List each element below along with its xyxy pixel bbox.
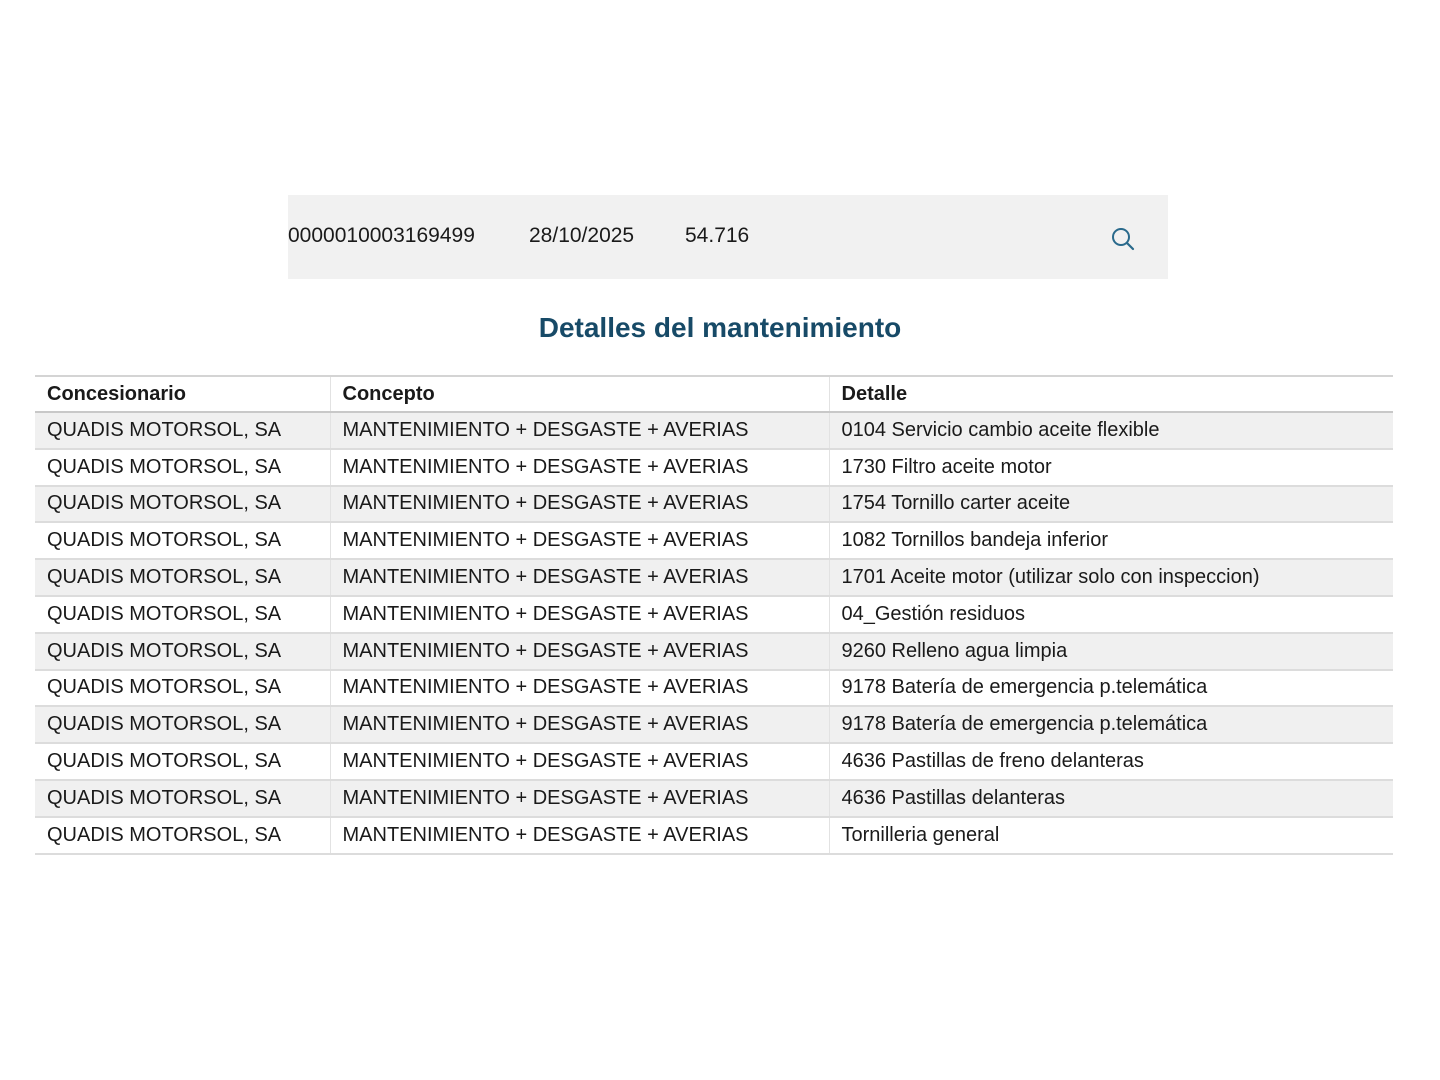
table-row[interactable]: QUADIS MOTORSOL, SA MANTENIMIENTO + DESGA… [35,485,1393,524]
cell-concepto: MANTENIMIENTO + DESGASTE + AVERIAS [329,559,829,597]
table-row[interactable]: QUADIS MOTORSOL, SA MANTENIMIENTO + DESGA… [35,522,1393,561]
table-row[interactable]: QUADIS MOTORSOL, SA MANTENIMIENTO + DESGA… [35,448,1393,487]
cell-detalle: 9260 Relleno agua limpia [828,632,1393,671]
page-title: Detalles del mantenimiento [538,312,902,343]
cell-concesionario: QUADIS MOTORSOL, SA [35,816,330,855]
maintenance-details-page: 0000010003169499 28/10/2025 54.716 Detal… [0,0,1440,1080]
table-row[interactable]: QUADIS MOTORSOL, SA MANTENIMIENTO + DESGA… [35,559,1393,597]
cell-concesionario: QUADIS MOTORSOL, SA [35,779,330,818]
cell-concesionario: QUADIS MOTORSOL, SA [35,559,330,597]
cell-concesionario: QUADIS MOTORSOL, SA [35,669,330,708]
column-header-concesionario[interactable]: Concesionario [35,375,330,413]
cell-detalle: Tornilleria general [828,816,1393,855]
cell-detalle: 1082 Tornillos bandeja inferior [828,522,1393,561]
cell-concepto: MANTENIMIENTO + DESGASTE + AVERIAS [329,485,829,524]
table-body: QUADIS MOTORSOL, SA MANTENIMIENTO + DESGA… [35,412,1393,855]
column-header-concepto[interactable]: Concepto [329,375,829,413]
cell-concesionario: QUADIS MOTORSOL, SA [35,632,330,671]
table-header: Concesionario Concepto Detalle [35,375,1393,413]
cell-detalle: 04_Gestión residuos [828,595,1393,634]
cell-concepto: MANTENIMIENTO + DESGASTE + AVERIAS [329,522,829,561]
cell-detalle: 9178 Batería de emergencia p.telemática [828,706,1393,745]
cell-concepto: MANTENIMIENTO + DESGASTE + AVERIAS [329,743,829,781]
cell-concesionario: QUADIS MOTORSOL, SA [35,485,330,524]
cell-concepto: MANTENIMIENTO + DESGASTE + AVERIAS [329,448,829,487]
table-row[interactable]: QUADIS MOTORSOL, SA MANTENIMIENTO + DESGA… [35,412,1393,450]
column-header-detalle[interactable]: Detalle [828,375,1393,413]
table-row[interactable]: QUADIS MOTORSOL, SA MANTENIMIENTO + DESGA… [35,743,1393,781]
cell-detalle: 4636 Pastillas delanteras [828,779,1393,818]
cell-detalle: 4636 Pastillas de freno delanteras [828,743,1393,781]
header-row: Concesionario Concepto Detalle [35,375,1393,413]
cell-concesionario: QUADIS MOTORSOL, SA [35,448,330,487]
table-row[interactable]: QUADIS MOTORSOL, SA MANTENIMIENTO + DESGA… [35,632,1393,671]
reference-number: 0000010003169499 [288,224,475,247]
cell-concepto: MANTENIMIENTO + DESGASTE + AVERIAS [329,669,829,708]
cell-detalle: 1730 Filtro aceite motor [828,448,1393,487]
table-row[interactable]: QUADIS MOTORSOL, SA MANTENIMIENTO + DESGA… [35,779,1393,818]
cell-concepto: MANTENIMIENTO + DESGASTE + AVERIAS [329,595,829,634]
table-row[interactable]: QUADIS MOTORSOL, SA MANTENIMIENTO + DESGA… [35,706,1393,745]
cell-concesionario: QUADIS MOTORSOL, SA [35,743,330,781]
mileage-value: 54.716 [685,224,750,247]
cell-concepto: MANTENIMIENTO + DESGASTE + AVERIAS [329,632,829,671]
cell-concesionario: QUADIS MOTORSOL, SA [35,595,330,634]
cell-detalle: 9178 Batería de emergencia p.telemática [828,669,1393,708]
table-row[interactable]: QUADIS MOTORSOL, SA MANTENIMIENTO + DESGA… [35,595,1393,634]
cell-detalle: 1701 Aceite motor (utilizar solo con ins… [828,559,1393,597]
cell-concepto: MANTENIMIENTO + DESGASTE + AVERIAS [329,816,829,855]
maintenance-table: Concesionario Concepto Detalle QUADIS MO… [35,375,1393,855]
maintenance-summary-bar: 0000010003169499 28/10/2025 54.716 [288,195,1168,279]
cell-concepto: MANTENIMIENTO + DESGASTE + AVERIAS [329,412,829,450]
cell-concepto: MANTENIMIENTO + DESGASTE + AVERIAS [329,706,829,745]
cell-detalle: 1754 Tornillo carter aceite [828,485,1393,524]
cell-detalle: 0104 Servicio cambio aceite flexible [828,412,1393,450]
service-date: 28/10/2025 [529,224,635,247]
table-row[interactable]: QUADIS MOTORSOL, SA MANTENIMIENTO + DESGA… [35,816,1393,855]
table-row[interactable]: QUADIS MOTORSOL, SA MANTENIMIENTO + DESGA… [35,669,1393,708]
search-icon[interactable] [1110,226,1136,252]
cell-concesionario: QUADIS MOTORSOL, SA [35,412,330,450]
search-icon-graphic [1112,228,1135,251]
cell-concesionario: QUADIS MOTORSOL, SA [35,522,330,561]
cell-concepto: MANTENIMIENTO + DESGASTE + AVERIAS [329,779,829,818]
cell-concesionario: QUADIS MOTORSOL, SA [35,706,330,745]
